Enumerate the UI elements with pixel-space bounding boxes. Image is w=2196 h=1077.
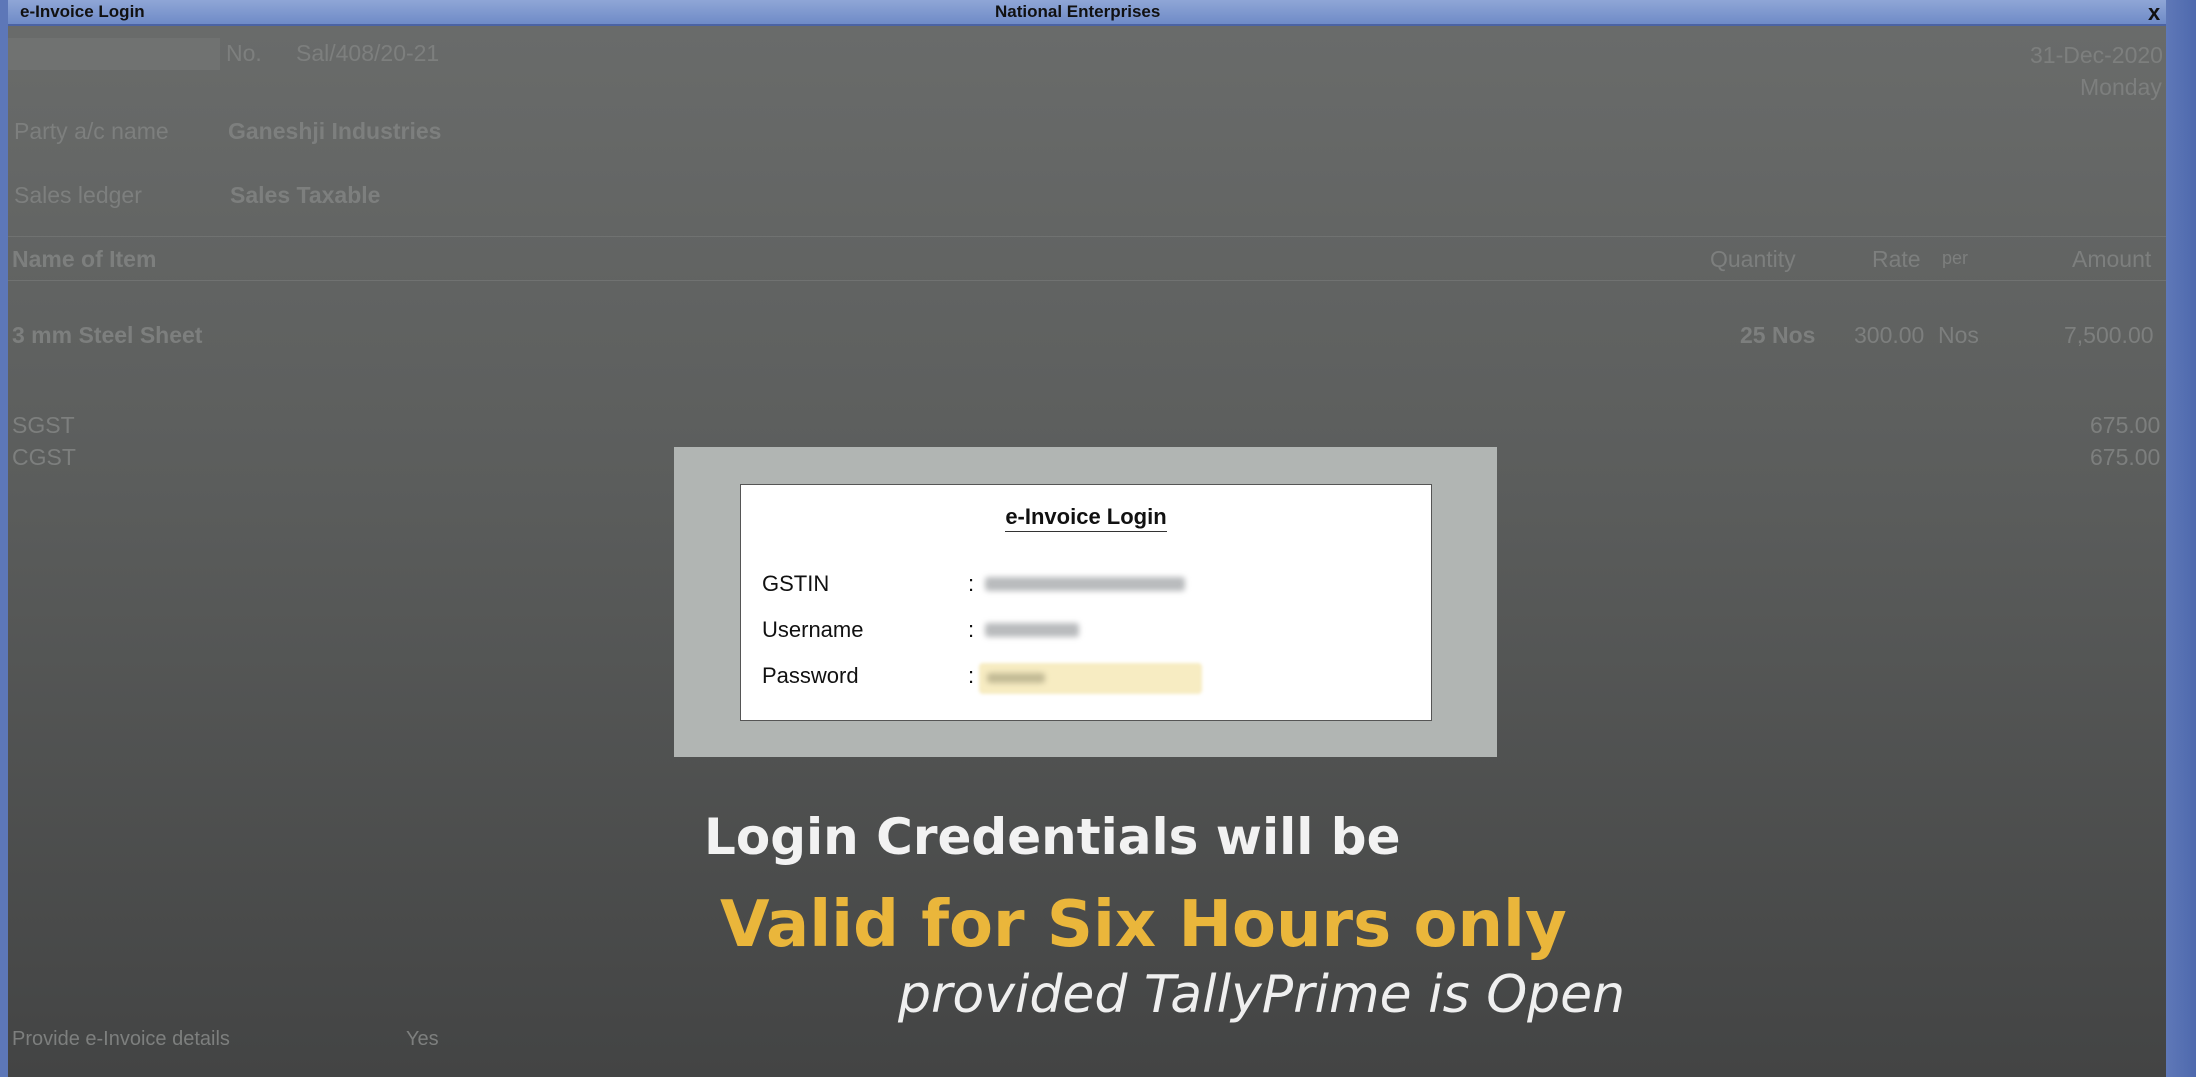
tax-name: SGST (12, 412, 75, 438)
field-colon: : (968, 663, 975, 688)
voucher-day: Monday (2080, 74, 2162, 100)
sales-ledger-value[interactable]: Sales Taxable (230, 182, 380, 209)
party-label: Party a/c name (14, 118, 169, 144)
gstin-field[interactable] (985, 577, 1185, 591)
voucher-date: 31-Dec-2020 (2030, 42, 2163, 68)
item-name[interactable]: 3 mm Steel Sheet (12, 322, 202, 349)
sales-ledger-label: Sales ledger (14, 182, 142, 208)
item-amount: 7,500.00 (2064, 322, 2154, 348)
dialog-title: e-Invoice Login (741, 504, 1431, 532)
window-border-left (0, 0, 8, 1077)
title-bar: e-Invoice Login National Enterprises x (0, 0, 2196, 26)
item-per: Nos (1938, 322, 1979, 348)
username-label: Username (762, 617, 864, 642)
field-colon: : (968, 617, 975, 642)
column-quantity: Quantity (1710, 246, 1796, 272)
voucher-no-label: No. (226, 40, 262, 66)
caption-line-2: Valid for Six Hours only (720, 888, 1567, 962)
column-item: Name of Item (12, 246, 157, 272)
username-field[interactable] (985, 623, 1079, 637)
company-name: National Enterprises (995, 2, 1161, 21)
gstin-label: GSTIN (762, 571, 830, 596)
caption-line-1: Login Credentials will be (704, 808, 1401, 866)
column-per: per (1942, 248, 1969, 268)
field-colon: : (968, 571, 975, 596)
tax-name: CGST (12, 444, 76, 470)
password-label: Password (762, 663, 859, 688)
provide-einvoice-value[interactable]: Yes (406, 1028, 439, 1051)
divider (8, 236, 2166, 237)
party-value[interactable]: Ganeshji Industries (228, 118, 441, 145)
tally-window: e-Invoice Login National Enterprises x N… (0, 0, 2196, 1077)
tax-amount: 675.00 (2090, 412, 2161, 438)
window-border-right (2166, 0, 2196, 1077)
divider (8, 280, 2166, 281)
column-amount: Amount (2072, 246, 2152, 272)
item-quantity: 25 Nos (1740, 322, 1816, 348)
password-mask (987, 673, 1045, 683)
window-title: e-Invoice Login (20, 2, 145, 21)
voucher-type-badge (8, 38, 220, 70)
caption-line-3: provided TallyPrime is Open (898, 965, 1626, 1025)
voucher-no-value: Sal/408/20-21 (296, 40, 440, 66)
tax-amount: 675.00 (2090, 444, 2161, 470)
item-rate: 300.00 (1854, 322, 1925, 348)
close-icon[interactable]: x (2148, 0, 2160, 26)
column-rate: Rate (1872, 246, 1921, 272)
provide-einvoice-label: Provide e-Invoice details (12, 1028, 230, 1050)
login-dialog: e-Invoice Login GSTIN : Username : Passw… (740, 484, 1432, 721)
